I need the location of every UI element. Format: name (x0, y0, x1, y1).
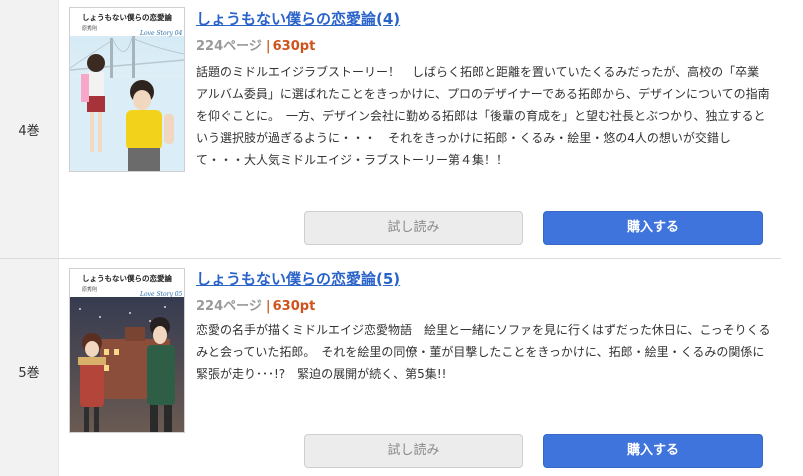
cover-logo: Love Story 05 (139, 291, 183, 298)
volume-number-cell: 5巻 (0, 259, 59, 476)
price: 630pt (272, 39, 316, 54)
book-title-link[interactable]: しょうもない僕らの恋愛論(4) (196, 8, 400, 29)
page-count: 224ページ (196, 39, 262, 54)
book-description: 話題のミドルエイジラブストーリー！ しばらく拓郎と距離を置いていたくるみだったが… (196, 65, 770, 167)
book-meta: 224ページ | 630pt (196, 295, 315, 314)
volume-number-label: 5巻 (18, 366, 40, 381)
meta-separator: | (265, 39, 271, 54)
book-meta: 224ページ | 630pt (196, 35, 315, 54)
cover-author: 原秀則 (82, 25, 97, 32)
volume-row: 4巻 しょうもない僕らの恋愛論 原秀則 Love Story 04 しょうもない… (0, 0, 781, 259)
trial-read-button[interactable]: 試し読み (304, 434, 523, 468)
page-count: 224ページ (196, 299, 262, 314)
cover-logo: Love Story 04 (139, 30, 183, 37)
volume-number-cell: 4巻 (0, 0, 59, 258)
cover-series-title: しょうもない僕らの恋愛論 (82, 273, 172, 283)
volume-row: 5巻 しょうもない僕らの恋愛論 原秀則 Love Story 05 しょうもない… (0, 259, 781, 476)
cover-author: 原秀則 (82, 286, 97, 293)
book-cover-image[interactable]: しょうもない僕らの恋愛論 原秀則 Love Story 04 (69, 7, 185, 172)
cover-series-title: しょうもない僕らの恋愛論 (82, 12, 172, 22)
buy-button[interactable]: 購入する (543, 434, 763, 468)
book-description: 恋愛の名手が描くミドルエイジ恋愛物語 絵里と一緒にソファを見に行くはずだった休日… (196, 323, 771, 381)
meta-separator: | (265, 299, 271, 314)
book-cover-image[interactable]: しょうもない僕らの恋愛論 原秀則 Love Story 05 (69, 268, 185, 433)
price: 630pt (272, 299, 316, 314)
volume-list: 4巻 しょうもない僕らの恋愛論 原秀則 Love Story 04 しょうもない… (0, 0, 803, 476)
trial-read-button[interactable]: 試し読み (304, 211, 523, 245)
volume-number-label: 4巻 (18, 124, 40, 139)
book-title-link[interactable]: しょうもない僕らの恋愛論(5) (196, 268, 400, 289)
buy-button[interactable]: 購入する (543, 211, 763, 245)
